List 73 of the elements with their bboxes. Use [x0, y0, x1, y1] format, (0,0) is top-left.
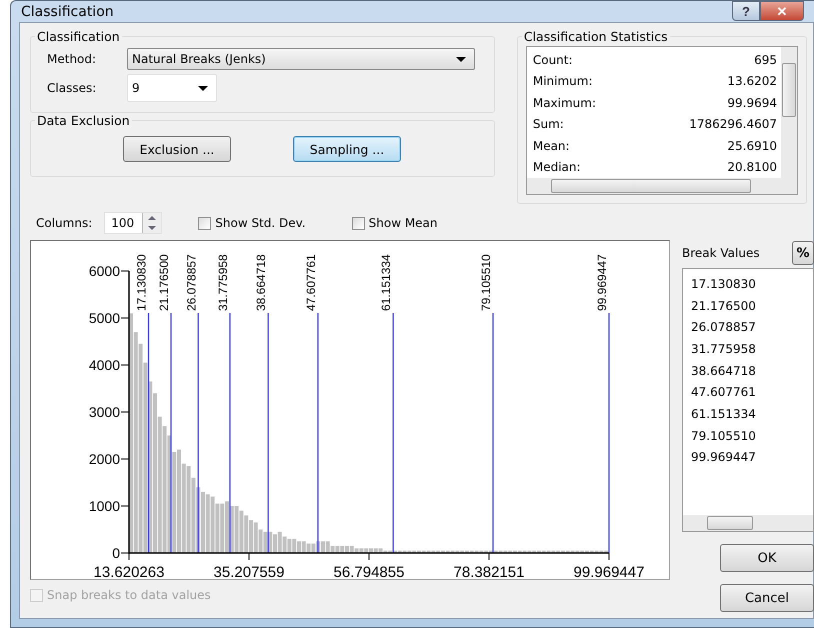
percent-button[interactable]: % — [792, 241, 814, 265]
break-label: 47.607761 — [304, 254, 318, 311]
classes-label: Classes: — [47, 81, 98, 95]
x-tick-label: 56.794855 — [334, 564, 404, 579]
break-label: 38.664718 — [254, 254, 268, 311]
y-tick-label: 3000 — [88, 404, 120, 420]
break-value[interactable]: 21.176500 — [691, 294, 805, 316]
stat-label: Maximum: — [532, 96, 596, 110]
exclusion-button[interactable]: Exclusion ... — [123, 136, 231, 162]
x-tick-label: 35.207559 — [214, 564, 284, 579]
stat-value: 695 — [754, 52, 777, 67]
ok-button[interactable]: OK — [720, 544, 814, 572]
checkbox[interactable] — [352, 216, 365, 230]
break-value[interactable]: 17.130830 — [691, 273, 805, 295]
method-dropdown[interactable]: Natural Breaks (Jenks) — [127, 48, 475, 70]
help-button[interactable]: ? — [732, 1, 760, 21]
break-value[interactable]: 47.607761 — [691, 381, 805, 404]
break-label: 31.775958 — [216, 254, 230, 311]
cancel-button[interactable]: Cancel — [720, 584, 814, 612]
y-tick-label: 1000 — [88, 498, 120, 514]
stat-label: Minimum: — [532, 74, 592, 88]
break-line[interactable] — [170, 313, 172, 553]
break-label: 79.105510 — [479, 254, 494, 311]
stat-label: Mean: — [532, 138, 570, 153]
stat-value: 1786296.4607 — [689, 117, 777, 132]
group-title: Classification Statistics — [522, 29, 669, 44]
y-tick-label: 2000 — [88, 451, 120, 467]
break-label: 61.151334 — [379, 254, 394, 311]
window-title: Classification — [21, 4, 114, 20]
checkbox-label: Snap breaks to data values — [47, 588, 211, 602]
break-value[interactable]: 99.969447 — [691, 446, 805, 468]
break-line[interactable] — [148, 313, 150, 553]
break-values-title: Break Values — [682, 246, 760, 260]
break-label: 17.130830 — [134, 254, 149, 311]
break-value[interactable]: 38.664718 — [691, 360, 805, 382]
stat-label: Sum: — [532, 117, 564, 132]
horizontal-scrollbar[interactable] — [683, 515, 813, 531]
stat-label: Count: — [532, 52, 573, 67]
y-tick-label: 5000 — [88, 310, 120, 326]
break-value[interactable]: 79.105510 — [691, 424, 805, 446]
vertical-scrollbar[interactable] — [781, 47, 797, 178]
break-value[interactable]: 26.078857 — [691, 316, 805, 338]
stat-value: 25.6910 — [727, 138, 777, 153]
sampling-button[interactable]: Sampling ... — [293, 136, 401, 162]
break-line[interactable] — [229, 313, 231, 553]
columns-label: Columns: — [36, 216, 92, 230]
break-value[interactable]: 31.775958 — [691, 338, 805, 360]
break-line[interactable] — [317, 313, 319, 553]
y-tick-label: 0 — [112, 545, 120, 561]
columns-spinbox[interactable]: 100 — [104, 212, 162, 234]
group-title: Classification — [36, 29, 121, 44]
break-label: 99.969447 — [595, 254, 609, 311]
y-tick-label: 6000 — [88, 263, 120, 279]
x-tick-label: 78.382151 — [454, 564, 524, 579]
method-label: Method: — [47, 52, 98, 66]
checkbox-label: Show Mean — [368, 216, 438, 230]
break-label: 26.078857 — [184, 254, 198, 311]
classes-dropdown[interactable]: 9 — [127, 74, 217, 102]
break-value[interactable]: 61.151334 — [691, 403, 805, 425]
stat-value: 99.9694 — [727, 96, 777, 110]
break-line[interactable] — [608, 313, 610, 553]
x-tick-label: 13.620263 — [94, 564, 164, 579]
break-label: 21.176500 — [157, 254, 171, 311]
stat-label: Median: — [532, 160, 581, 174]
y-tick-label: 4000 — [88, 357, 120, 373]
horizontal-scrollbar[interactable] — [526, 178, 797, 194]
checkbox[interactable] — [198, 216, 212, 230]
stat-value: 20.8100 — [727, 160, 777, 174]
x-tick-label: 99.969447 — [574, 564, 644, 579]
group-title: Data Exclusion — [36, 113, 131, 128]
stat-value: 13.6202 — [727, 74, 777, 88]
checkbox-label: Show Std. Dev. — [215, 216, 306, 230]
break-line[interactable] — [492, 313, 494, 553]
